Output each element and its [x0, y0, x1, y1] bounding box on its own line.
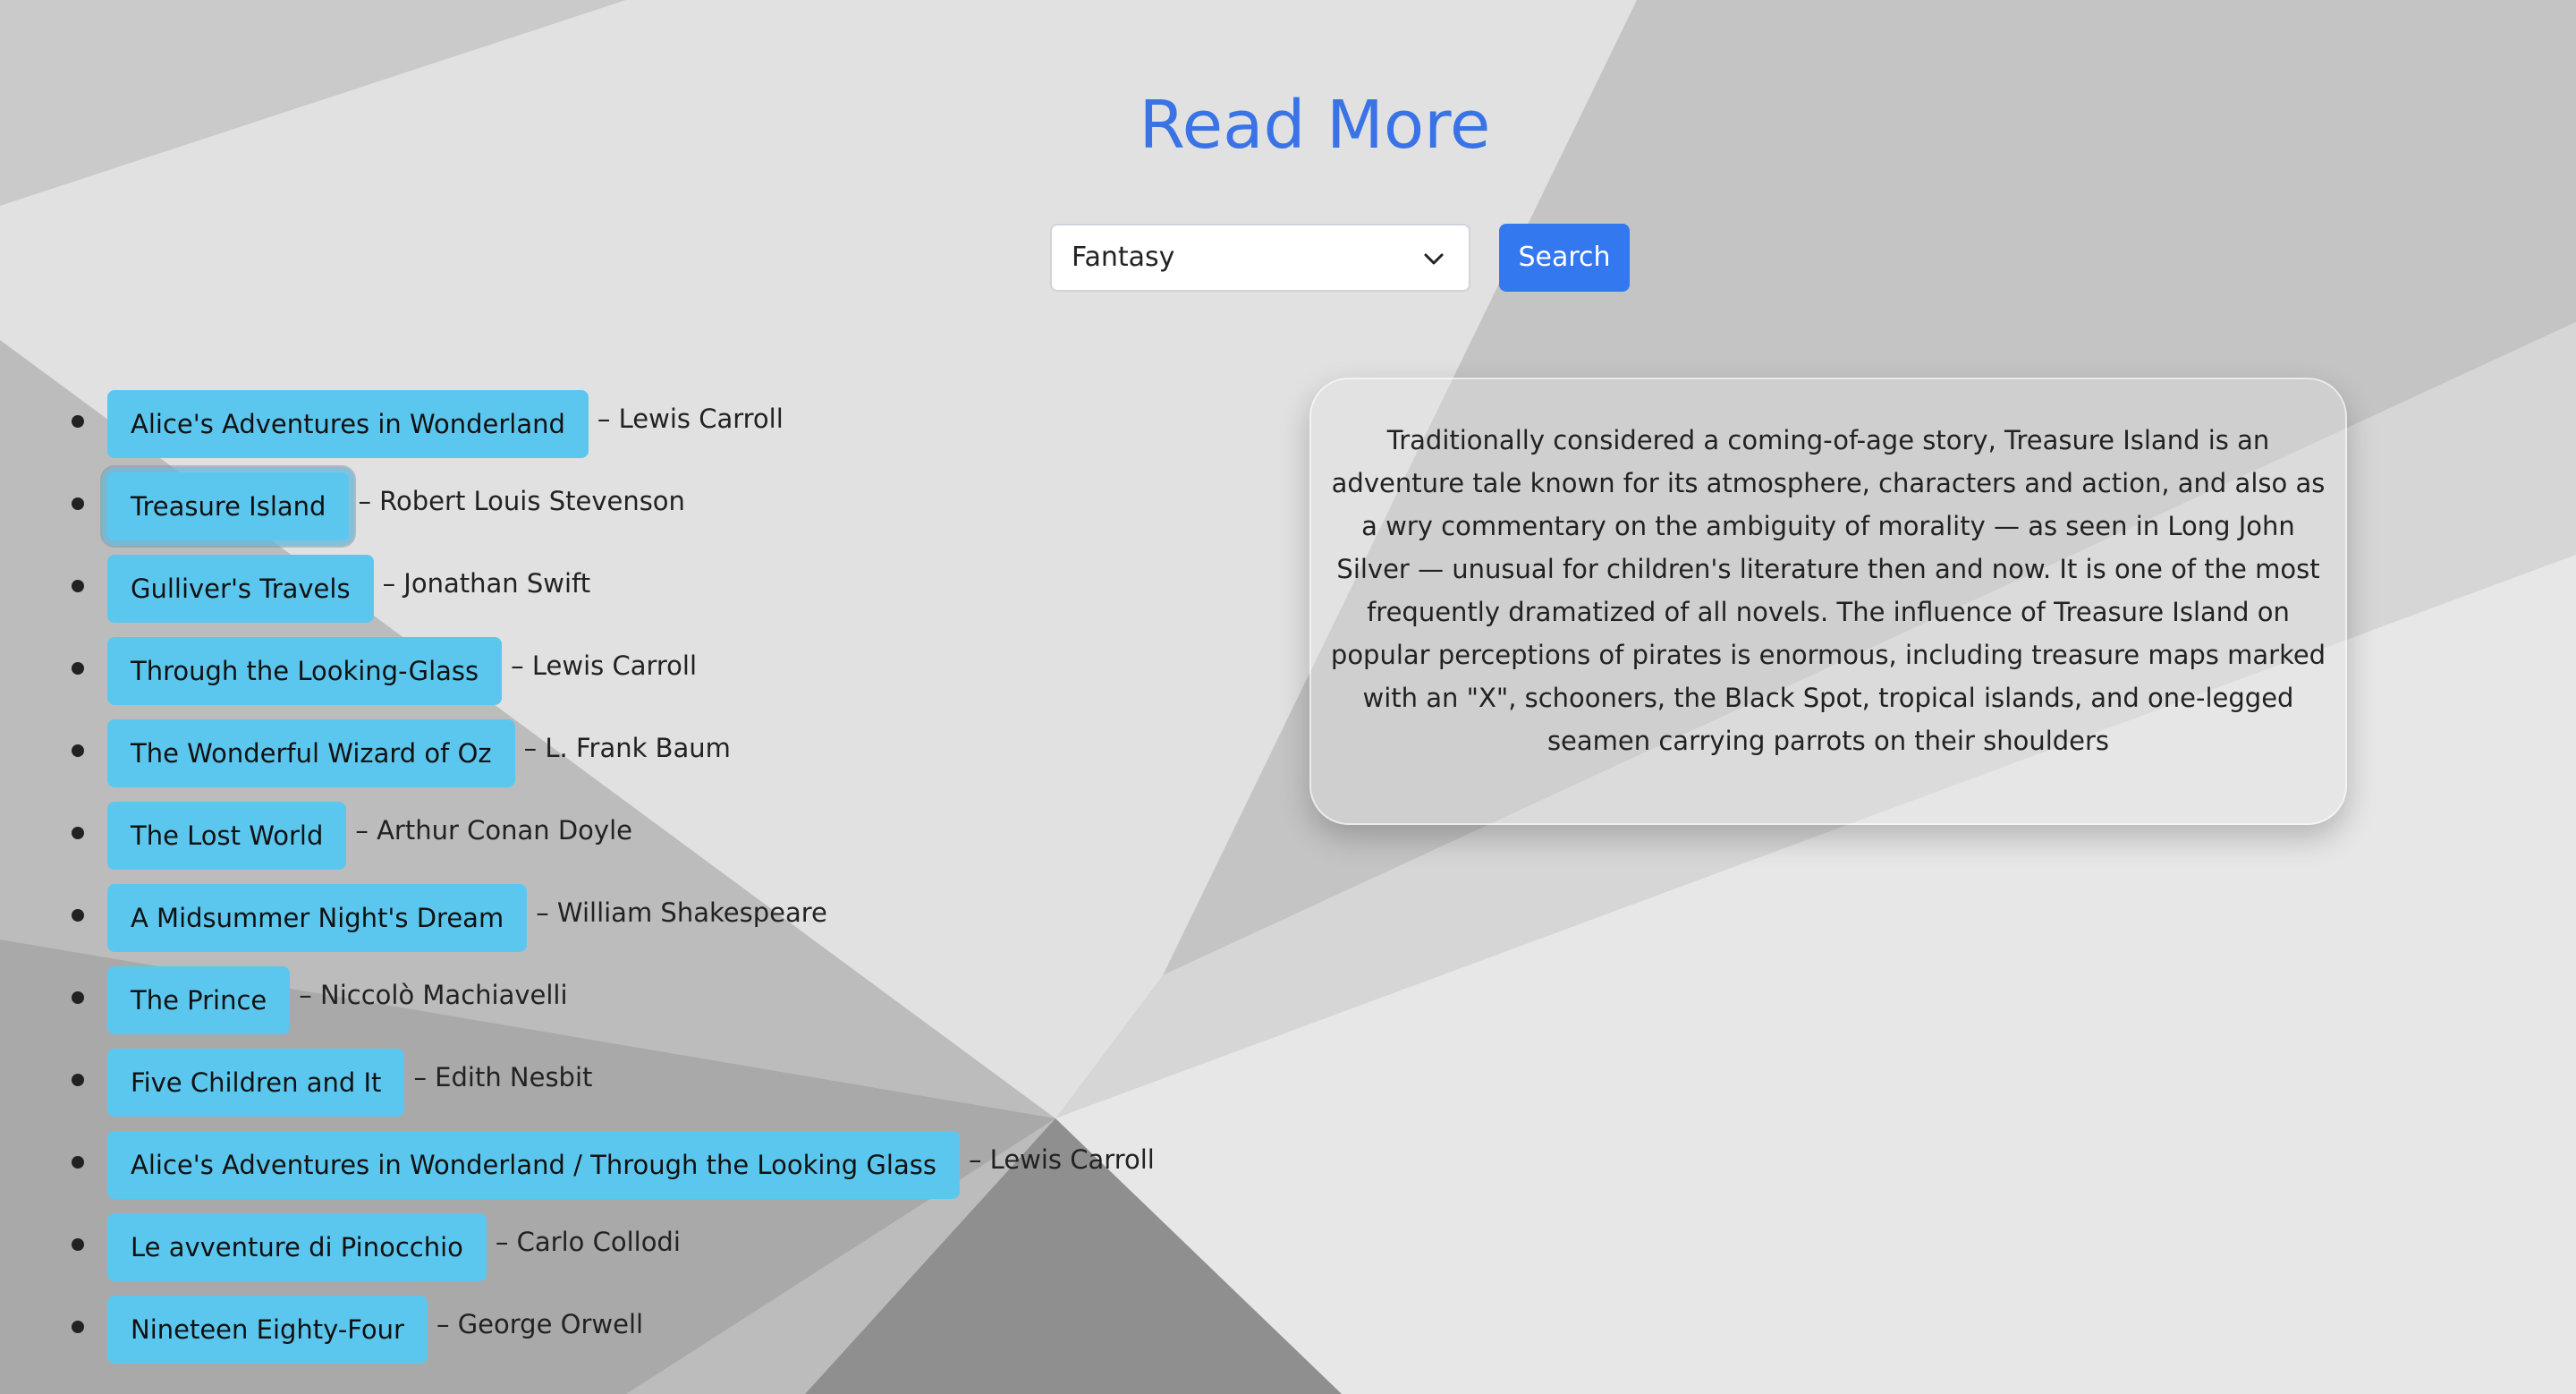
book-title-button[interactable]: Alice's Adventures in Wonderland / Throu… — [107, 1131, 960, 1199]
list-item: Alice's Adventures in Wonderland – Lewis… — [0, 383, 1155, 465]
list-item: Gulliver's Travels – Jonathan Swift — [0, 548, 1155, 630]
list-item: Nineteen Eighty-Four – George Orwell — [0, 1288, 1155, 1371]
book-author: – Lewis Carroll — [968, 1144, 1155, 1175]
list-item: Alice's Adventures in Wonderland / Throu… — [0, 1124, 1155, 1206]
bullet-icon — [72, 662, 84, 675]
book-author: – Niccolò Machiavelli — [299, 980, 568, 1010]
bullet-icon — [72, 827, 84, 839]
bullet-icon — [72, 415, 84, 428]
book-description-text: Traditionally considered a coming-of-age… — [1330, 425, 2326, 756]
book-author: – George Orwell — [436, 1309, 644, 1339]
book-author: – Robert Louis Stevenson — [358, 486, 685, 516]
book-author: – William Shakespeare — [536, 897, 827, 928]
book-title-button[interactable]: Alice's Adventures in Wonderland — [107, 390, 589, 458]
book-list: Alice's Adventures in Wonderland – Lewis… — [0, 383, 1155, 1371]
list-item: A Midsummer Night's Dream – William Shak… — [0, 877, 1155, 959]
book-author: – Lewis Carroll — [597, 404, 784, 434]
book-title-button[interactable]: The Lost World — [107, 802, 347, 870]
list-item: Through the Looking-Glass – Lewis Carrol… — [0, 630, 1155, 712]
book-author: – L. Frank Baum — [523, 733, 731, 763]
book-title-button-selected[interactable]: Treasure Island — [107, 472, 350, 540]
book-author: – Carlo Collodi — [495, 1227, 681, 1257]
book-title-button[interactable]: Le avventure di Pinocchio — [107, 1213, 487, 1281]
book-title-button[interactable]: Through the Looking-Glass — [107, 637, 503, 705]
bullet-icon — [72, 744, 84, 757]
genre-select-value: Fantasy — [1072, 242, 1175, 273]
book-description-card: Traditionally considered a coming-of-age… — [1309, 378, 2347, 825]
bullet-icon — [72, 1156, 84, 1169]
bullet-icon — [72, 909, 84, 922]
book-title-button[interactable]: Nineteen Eighty-Four — [107, 1296, 428, 1364]
list-item: The Lost World – Arthur Conan Doyle — [0, 795, 1155, 877]
chevron-down-icon — [1424, 253, 1444, 265]
book-author: – Lewis Carroll — [511, 650, 698, 681]
book-title-button[interactable]: Five Children and It — [107, 1049, 405, 1117]
bullet-icon — [72, 580, 84, 592]
bullet-icon — [72, 1238, 84, 1251]
book-title-button[interactable]: The Wonderful Wizard of Oz — [107, 719, 515, 787]
book-author: – Arthur Conan Doyle — [355, 815, 632, 846]
search-button[interactable]: Search — [1499, 224, 1630, 292]
page: Read More Fantasy Search Alice's Adventu… — [0, 0, 2576, 1394]
book-author: – Jonathan Swift — [382, 568, 591, 599]
bullet-icon — [72, 1074, 84, 1086]
list-item: Five Children and It – Edith Nesbit — [0, 1041, 1155, 1124]
bullet-icon — [72, 991, 84, 1004]
page-title: Read More — [1139, 87, 1491, 164]
book-author: – Edith Nesbit — [413, 1062, 593, 1092]
genre-select[interactable]: Fantasy — [1050, 224, 1470, 292]
book-title-button[interactable]: A Midsummer Night's Dream — [107, 884, 528, 952]
list-item: Treasure Island – Robert Louis Stevenson — [0, 465, 1155, 548]
bullet-icon — [72, 1321, 84, 1333]
book-title-button[interactable]: The Prince — [107, 966, 291, 1034]
list-item: The Prince – Niccolò Machiavelli — [0, 959, 1155, 1041]
bullet-icon — [72, 497, 84, 510]
list-item: The Wonderful Wizard of Oz – L. Frank Ba… — [0, 712, 1155, 795]
list-item: Le avventure di Pinocchio – Carlo Collod… — [0, 1206, 1155, 1288]
book-title-button[interactable]: Gulliver's Travels — [107, 555, 374, 623]
